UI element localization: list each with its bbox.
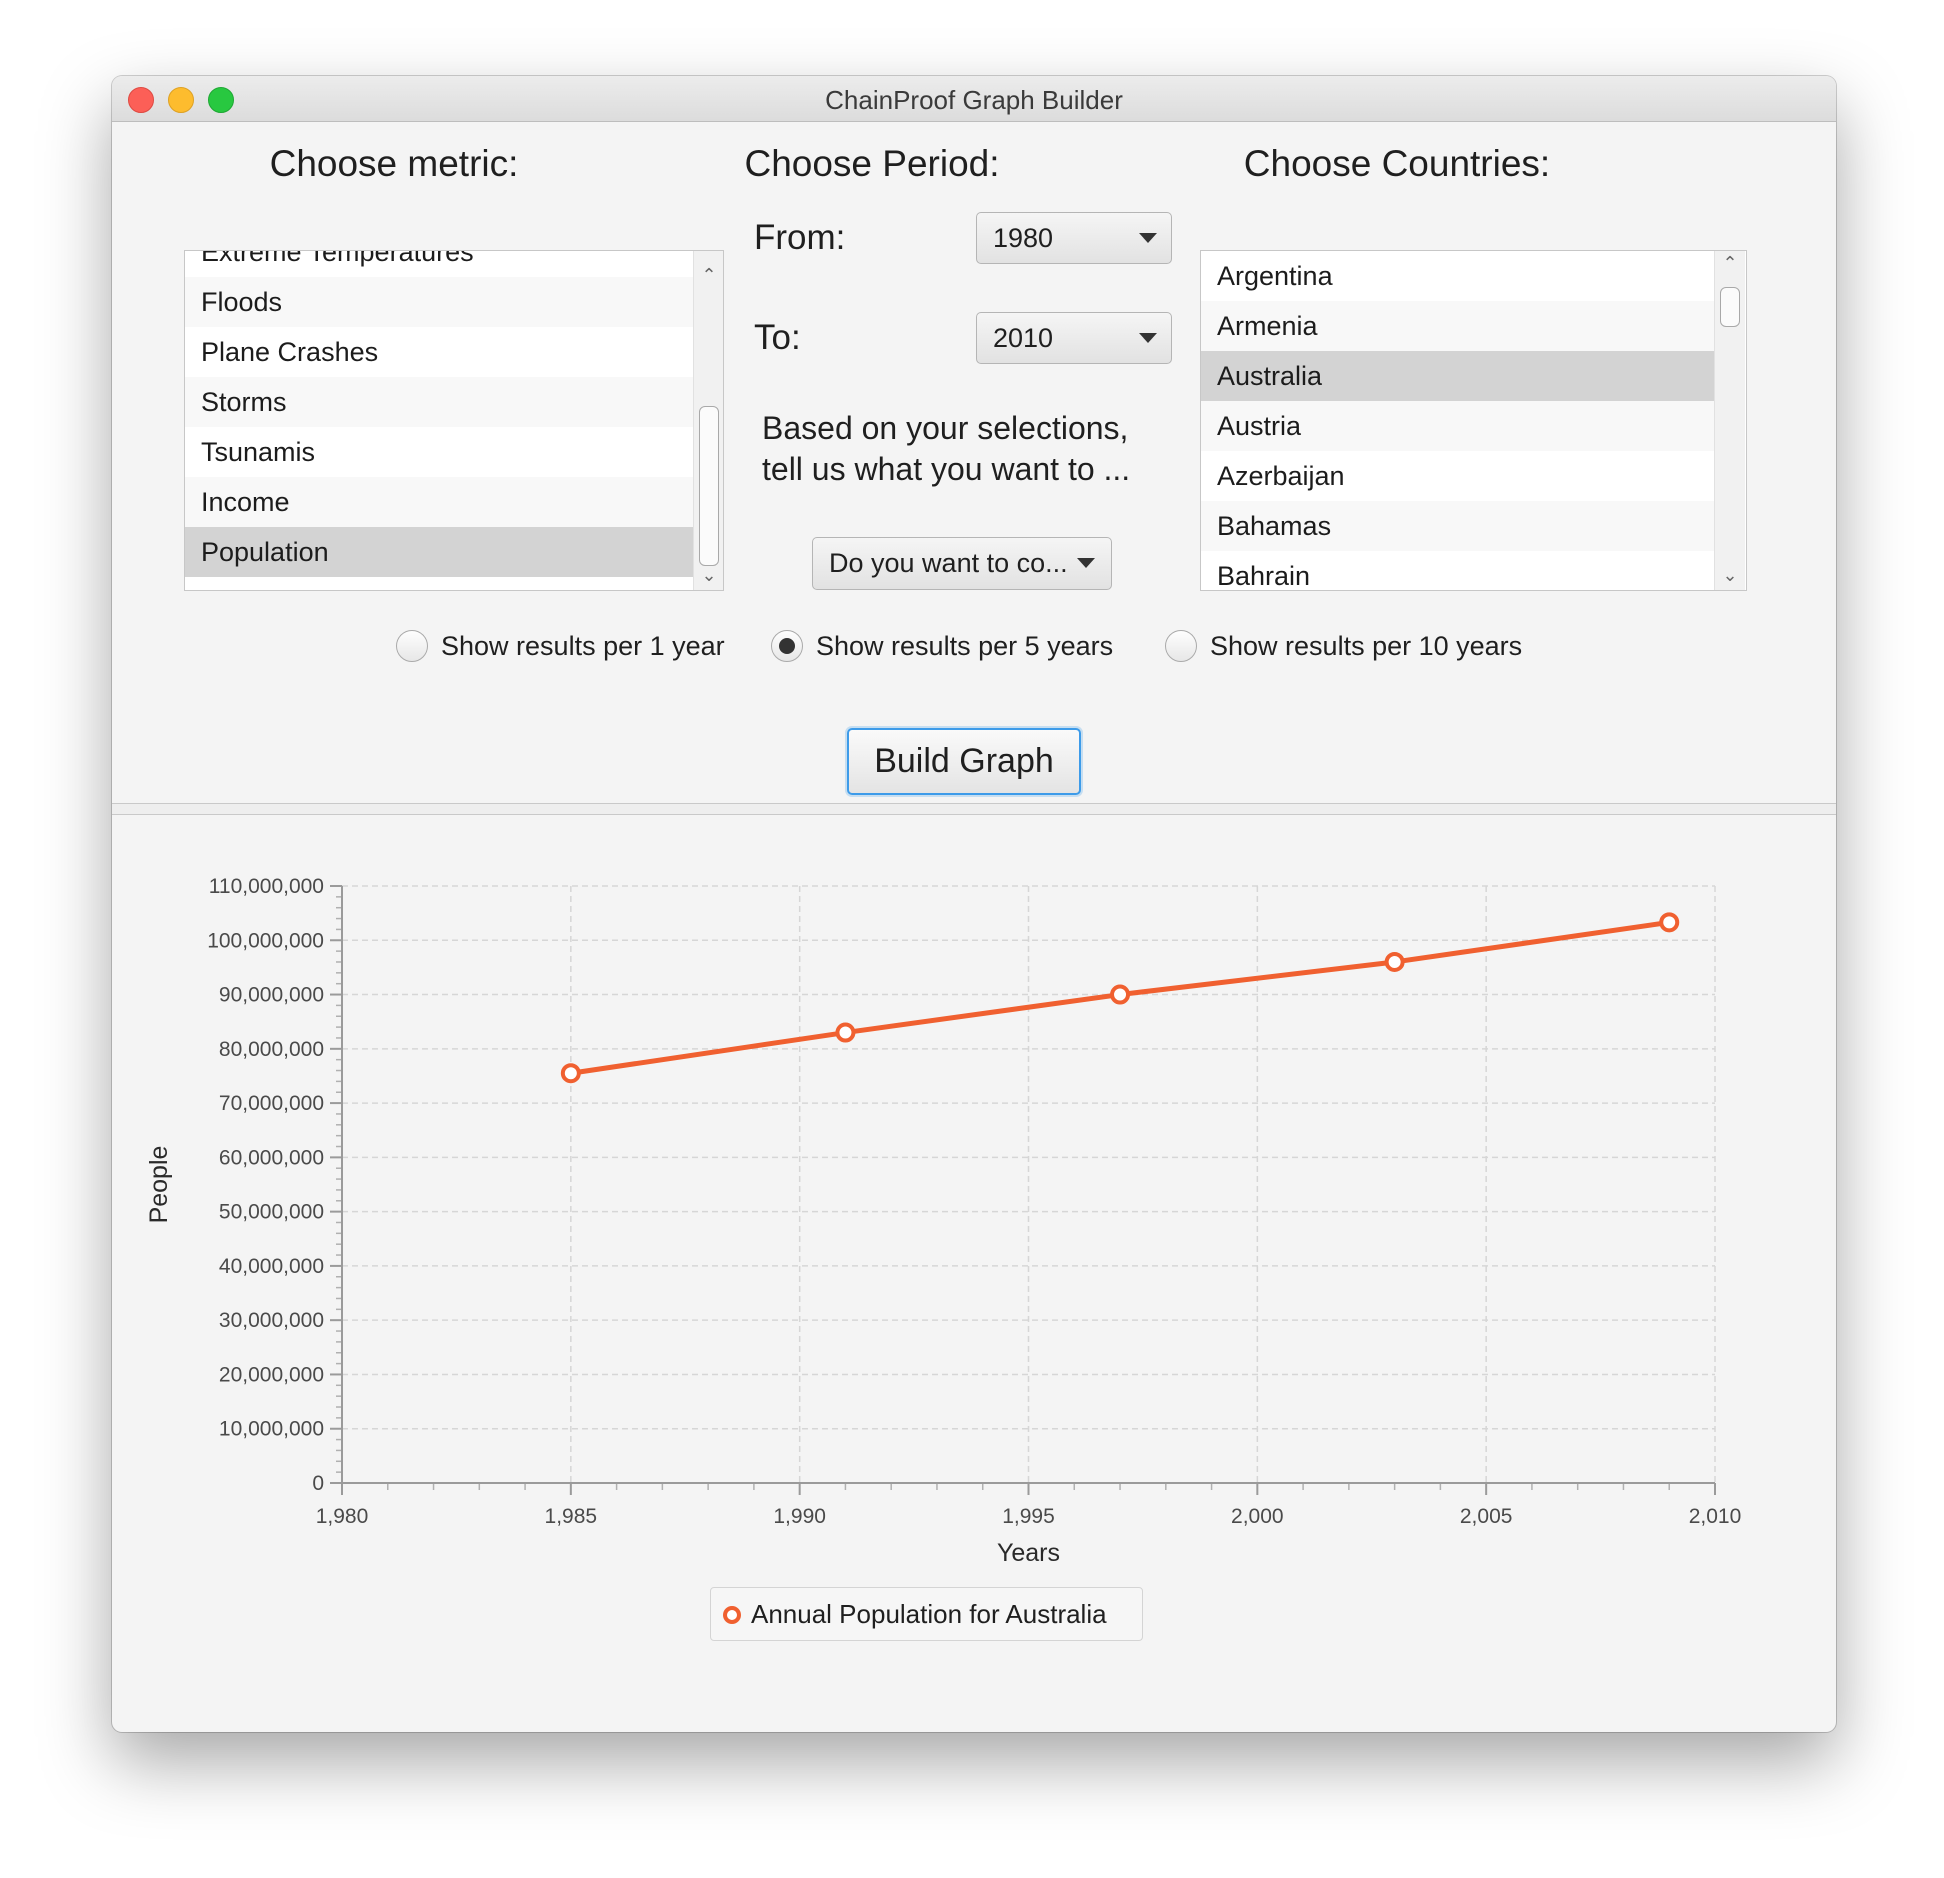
x-tick-label: 2,000 bbox=[1231, 1505, 1284, 1528]
chart-legend: Annual Population for Australia bbox=[710, 1587, 1143, 1641]
x-tick-label: 1,985 bbox=[545, 1505, 598, 1528]
legend-label: Annual Population for Australia bbox=[751, 1599, 1107, 1629]
chart-axes: 0 10,000,000 20,000,000 30,000,000 40,000,00… bbox=[207, 875, 1741, 1528]
y-tick-label: 0 bbox=[312, 1472, 324, 1495]
data-point bbox=[1110, 984, 1131, 1005]
data-point bbox=[560, 1063, 581, 1084]
y-tick-label: 110,000,000 bbox=[209, 875, 324, 898]
y-tick-label: 10,000,000 bbox=[219, 1418, 324, 1441]
y-tick-label: 70,000,000 bbox=[219, 1092, 324, 1115]
x-tick-label: 1,980 bbox=[316, 1505, 369, 1528]
y-tick-label: 30,000,000 bbox=[219, 1309, 324, 1332]
data-point bbox=[835, 1022, 856, 1043]
chart-grid bbox=[342, 885, 1716, 1483]
chart-series bbox=[560, 912, 1680, 1084]
y-tick-label: 50,000,000 bbox=[219, 1201, 324, 1224]
y-tick-label: 60,000,000 bbox=[219, 1146, 324, 1169]
y-tick-label: 20,000,000 bbox=[219, 1363, 324, 1386]
x-tick-label: 2,010 bbox=[1689, 1505, 1742, 1528]
data-point bbox=[1659, 912, 1680, 933]
x-tick-label: 2,005 bbox=[1460, 1505, 1513, 1528]
y-tick-label: 80,000,000 bbox=[219, 1038, 324, 1061]
x-tick-label: 1,990 bbox=[773, 1505, 826, 1528]
legend-marker bbox=[723, 1606, 741, 1624]
y-tick-label: 40,000,000 bbox=[219, 1255, 324, 1278]
population-line-chart: 0 10,000,000 20,000,000 30,000,000 40,000,00… bbox=[145, 875, 1741, 1567]
y-tick-label: 100,000,000 bbox=[207, 929, 324, 952]
data-point bbox=[1384, 951, 1405, 972]
x-axis-title: Years bbox=[997, 1539, 1060, 1567]
x-tick-label: 1,995 bbox=[1002, 1505, 1055, 1528]
y-axis-title: People bbox=[145, 1146, 173, 1224]
app-window: ChainProof Graph Builder Choose metric: … bbox=[112, 76, 1836, 1732]
y-tick-label: 90,000,000 bbox=[219, 984, 324, 1007]
